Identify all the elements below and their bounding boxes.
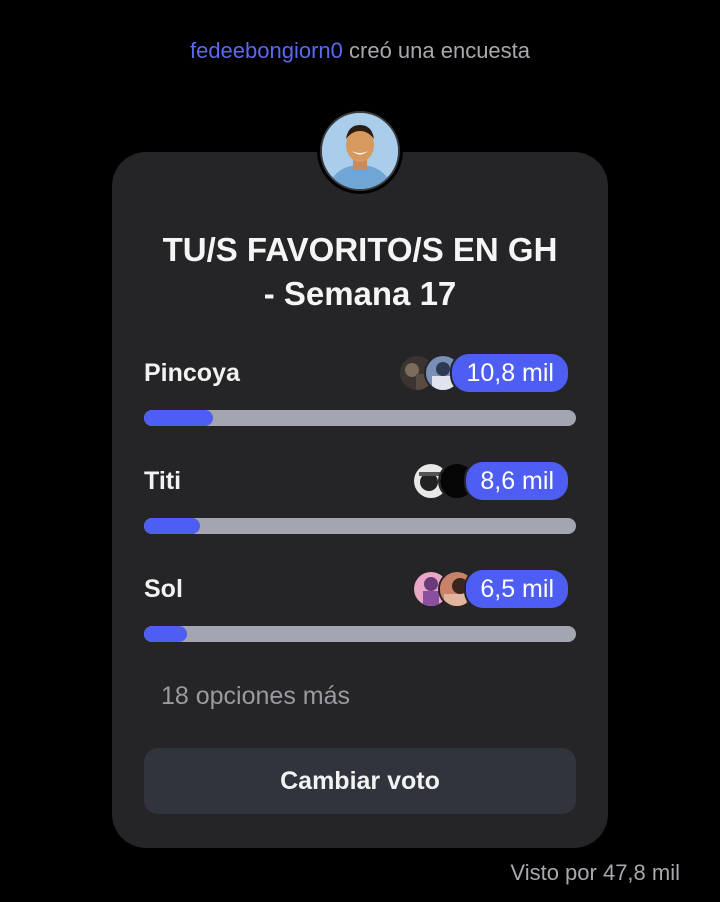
poll-title: TU/S FAVORITO/S EN GH - Semana 17 [112,228,608,316]
seen-by-count[interactable]: Visto por 47,8 mil [510,860,680,886]
vote-count-badge: 6,5 mil [464,568,570,610]
poll-title-line-2: - Semana 17 [263,275,457,312]
vote-count-badge: 8,6 mil [464,460,570,502]
vote-progress-bar [144,518,576,534]
poll-card: TU/S FAVORITO/S EN GH - Semana 17 Pincoy… [112,152,608,848]
option-votes: 8,6 mil [412,460,570,502]
vote-progress-fill [144,626,188,642]
vote-progress-fill [144,410,214,426]
option-label: Titi [144,467,182,495]
creator-avatar[interactable] [320,111,400,191]
option-label: Pincoya [144,359,240,387]
vote-progress-bar [144,626,576,642]
poll-option-titi[interactable]: Titi 8,6 mil [144,460,576,540]
change-vote-button[interactable]: Cambiar voto [144,748,576,814]
creator-avatar-wrapper[interactable] [317,108,403,194]
poll-creator-line: fedeebongiorn0 creó una encuesta [0,38,720,64]
vote-progress-fill [144,518,201,534]
poll-story-view: fedeebongiorn0 creó una encuesta TU/S FA… [0,0,720,902]
option-votes: 10,8 mil [398,352,570,394]
option-label: Sol [144,575,183,603]
creator-username[interactable]: fedeebongiorn0 [190,38,343,63]
poll-option-pincoya[interactable]: Pincoya 10,8 mil [144,352,576,432]
vote-count-badge: 10,8 mil [450,352,570,394]
option-votes: 6,5 mil [412,568,570,610]
person-photo-icon [322,113,398,189]
more-options-link[interactable]: 18 opciones más [161,682,350,711]
created-poll-text: creó una encuesta [342,38,531,63]
vote-progress-bar [144,410,576,426]
poll-title-line-1: TU/S FAVORITO/S EN GH [162,231,558,268]
poll-option-sol[interactable]: Sol 6,5 mil [144,568,576,648]
